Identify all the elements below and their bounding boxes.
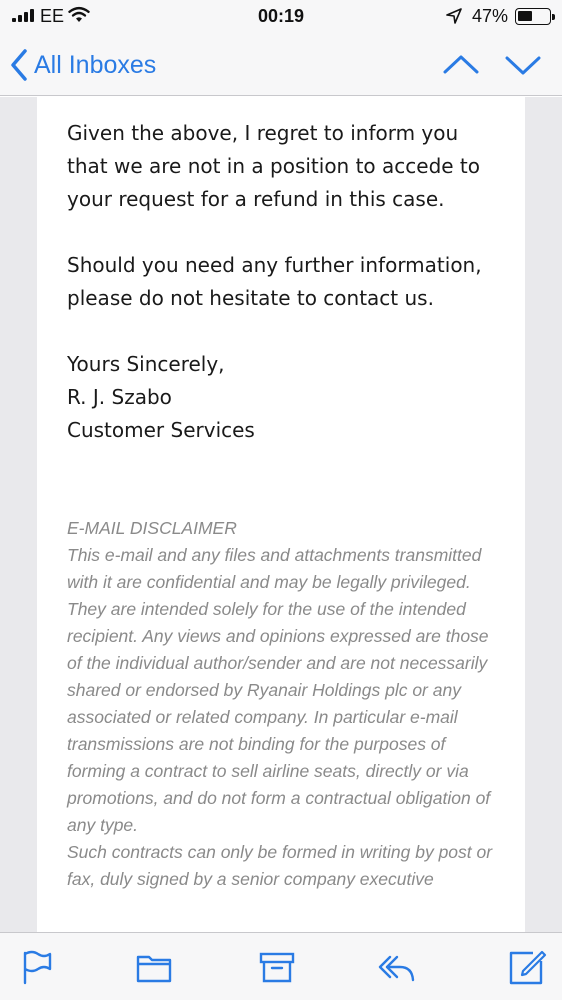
email-disclaimer: E-MAIL DISCLAIMER This e-mail and any fi… [67, 515, 507, 893]
folder-icon[interactable] [134, 947, 174, 987]
battery-percentage: 47% [472, 6, 509, 26]
compose-icon[interactable] [507, 947, 547, 987]
archive-icon[interactable] [257, 947, 297, 987]
chevron-left-icon [11, 49, 27, 81]
reply-icon[interactable] [376, 947, 416, 987]
battery-level [518, 11, 532, 21]
chevron-down-icon[interactable] [504, 50, 542, 80]
paragraph-further-info: Should you need any further information,… [67, 253, 482, 310]
signoff-name: R. J. Szabo [67, 385, 172, 409]
navigation-bar: All Inboxes [0, 34, 562, 96]
signoff-closing: Yours Sincerely, [67, 352, 225, 376]
letter-text: Given the above, I regret to inform you … [67, 117, 497, 447]
chevron-up-icon[interactable] [442, 50, 480, 80]
email-body: Given the above, I regret to inform you … [37, 97, 525, 932]
paragraph-refund-denied: Given the above, I regret to inform you … [67, 121, 481, 211]
message-view[interactable]: Given the above, I regret to inform you … [0, 97, 562, 932]
back-button-label: All Inboxes [34, 50, 157, 79]
disclaimer-title: E-MAIL DISCLAIMER [67, 518, 237, 538]
battery-icon [515, 8, 555, 25]
disclaimer-text: This e-mail and any files and attachment… [67, 545, 491, 835]
flag-icon[interactable] [17, 947, 57, 987]
bottom-toolbar [0, 932, 562, 1000]
status-bar: EE 00:19 47% [0, 0, 562, 34]
location-arrow-icon [446, 8, 462, 24]
disclaimer-text-continued: Such contracts can only be formed in wri… [67, 842, 493, 889]
back-to-inboxes-button[interactable]: All Inboxes [10, 46, 156, 84]
signoff-department: Customer Services [67, 418, 255, 442]
